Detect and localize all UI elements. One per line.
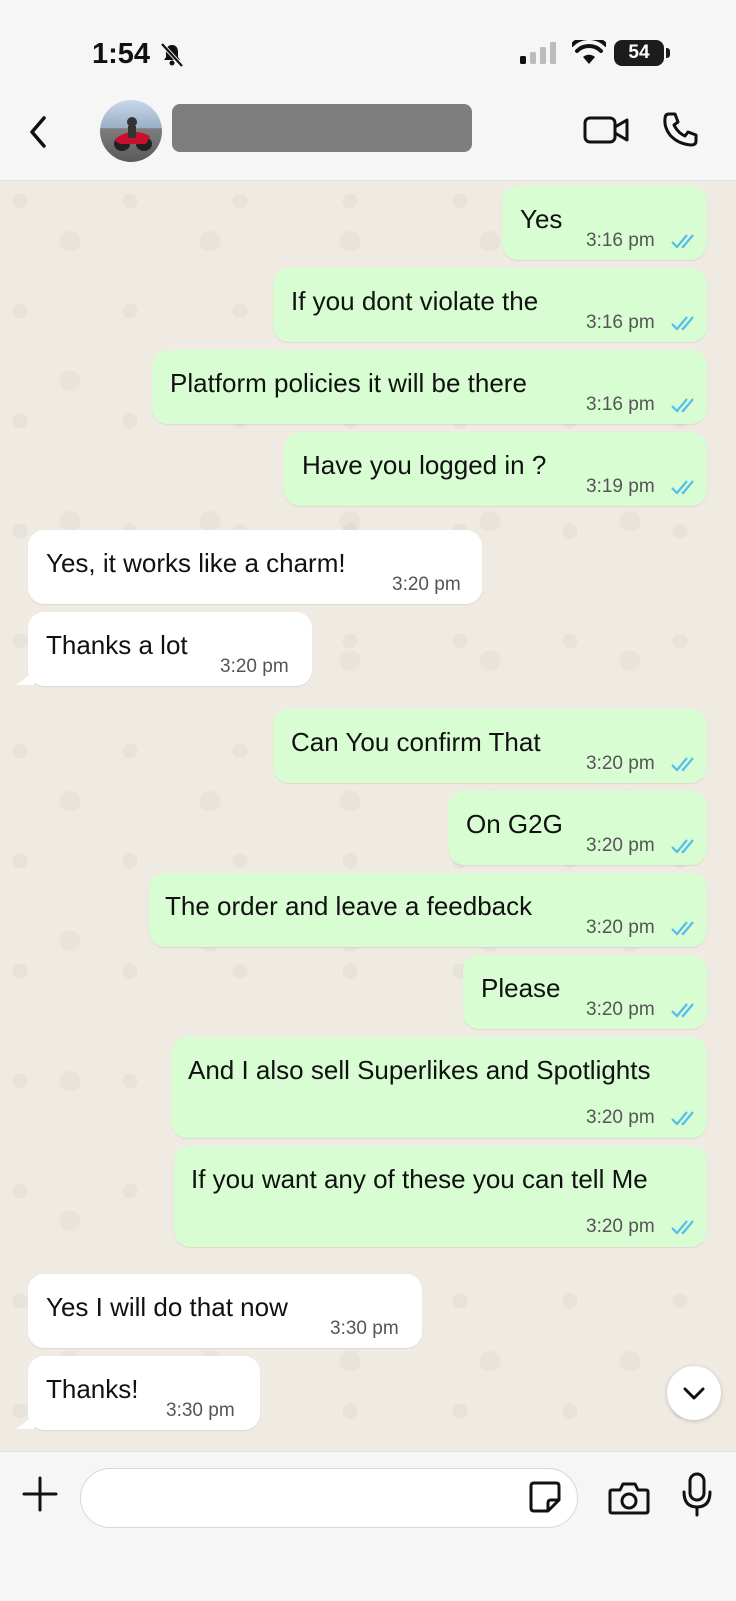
- read-ticks-icon: [671, 480, 694, 495]
- read-ticks-icon: [671, 316, 694, 331]
- video-call-icon[interactable]: [583, 114, 629, 151]
- message-time: 3:20 pm: [586, 1107, 655, 1128]
- contact-name-redacted[interactable]: [172, 104, 472, 152]
- message-time: 3:20 pm: [586, 753, 655, 774]
- sticker-icon[interactable]: [528, 1480, 562, 1519]
- message-incoming[interactable]: Thanks! 3:30 pm: [28, 1356, 260, 1430]
- camera-icon[interactable]: [608, 1480, 650, 1521]
- battery-indicator: 54: [614, 40, 670, 66]
- message-time: 3:20 pm: [586, 835, 655, 856]
- chat-thread[interactable]: Yes 3:16 pm If you dont violate the 3:16…: [0, 181, 736, 1451]
- back-chevron-icon[interactable]: [20, 112, 60, 152]
- message-time: 3:30 pm: [330, 1318, 399, 1339]
- message-outgoing[interactable]: Can You confirm That 3:20 pm: [273, 709, 707, 783]
- read-ticks-icon: [671, 1220, 694, 1235]
- message-outgoing[interactable]: Have you logged in ? 3:19 pm: [284, 432, 707, 506]
- message-outgoing[interactable]: The order and leave a feedback 3:20 pm: [149, 873, 707, 947]
- bell-slash-icon: [160, 42, 184, 73]
- read-ticks-icon: [671, 757, 694, 772]
- status-time: 1:54: [92, 38, 151, 70]
- read-ticks-icon: [671, 921, 694, 936]
- message-incoming[interactable]: Yes, it works like a charm! 3:20 pm: [28, 530, 482, 604]
- message-time: 3:20 pm: [392, 574, 461, 595]
- plus-icon[interactable]: [20, 1474, 60, 1519]
- cellular-signal-icon: [520, 42, 560, 71]
- chat-header: [0, 100, 736, 181]
- message-outgoing[interactable]: Platform policies it will be there 3:16 …: [152, 350, 707, 424]
- read-ticks-icon: [671, 398, 694, 413]
- message-time: 3:30 pm: [166, 1400, 235, 1421]
- status-bar: 1:54 54: [0, 0, 736, 100]
- message-outgoing[interactable]: If you dont violate the 3:16 pm: [273, 268, 707, 342]
- wifi-icon: [570, 35, 608, 71]
- message-time: 3:16 pm: [586, 394, 655, 415]
- message-incoming[interactable]: Yes I will do that now 3:30 pm: [28, 1274, 422, 1348]
- message-outgoing[interactable]: On G2G 3:20 pm: [448, 791, 707, 865]
- message-time: 3:20 pm: [220, 656, 289, 677]
- bubble-tail: [16, 1415, 34, 1429]
- message-time: 3:19 pm: [586, 476, 655, 497]
- message-outgoing[interactable]: Please 3:20 pm: [463, 955, 707, 1029]
- message-incoming[interactable]: Thanks a lot 3:20 pm: [28, 612, 312, 686]
- scroll-to-bottom-button[interactable]: [667, 1366, 721, 1420]
- read-ticks-icon: [671, 234, 694, 249]
- message-outgoing[interactable]: If you want any of these you can tell Me…: [174, 1146, 707, 1247]
- message-time: 3:16 pm: [586, 312, 655, 333]
- chevron-down-icon: [683, 1387, 705, 1400]
- message-outgoing[interactable]: Yes 3:16 pm: [502, 186, 707, 260]
- message-input[interactable]: [80, 1468, 578, 1528]
- read-ticks-icon: [671, 1111, 694, 1126]
- bubble-tail: [16, 671, 34, 685]
- read-ticks-icon: [671, 1003, 694, 1018]
- read-ticks-icon: [671, 839, 694, 854]
- message-time: 3:16 pm: [586, 230, 655, 251]
- contact-avatar[interactable]: [100, 100, 162, 162]
- message-composer: [0, 1451, 736, 1601]
- phone-call-icon[interactable]: [660, 110, 700, 155]
- message-outgoing[interactable]: And I also sell Superlikes and Spotlight…: [171, 1037, 707, 1138]
- message-time: 3:20 pm: [586, 917, 655, 938]
- message-time: 3:20 pm: [586, 999, 655, 1020]
- microphone-icon[interactable]: [680, 1472, 714, 1523]
- message-time: 3:20 pm: [586, 1216, 655, 1237]
